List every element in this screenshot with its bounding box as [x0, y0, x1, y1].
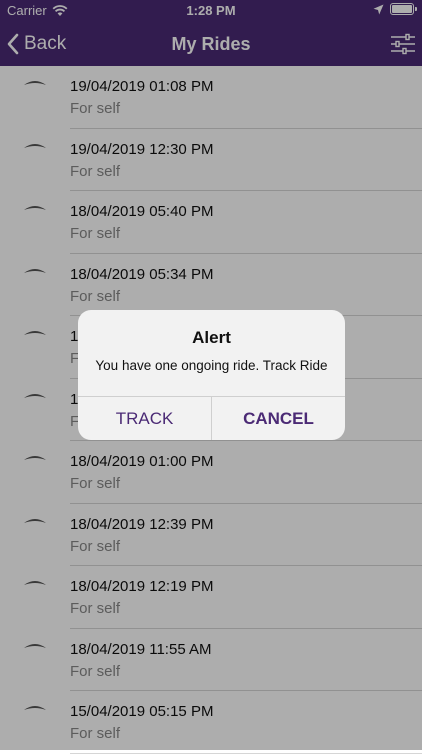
track-button[interactable]: TRACK: [78, 397, 211, 440]
alert-dialog: Alert You have one ongoing ride. Track R…: [78, 310, 345, 440]
row-divider: [70, 752, 422, 754]
alert-title: Alert: [192, 328, 231, 347]
alert-message: You have one ongoing ride. Track Ride: [95, 358, 328, 373]
alert-buttons: TRACK CANCEL: [78, 397, 345, 440]
cancel-button[interactable]: CANCEL: [211, 397, 345, 440]
